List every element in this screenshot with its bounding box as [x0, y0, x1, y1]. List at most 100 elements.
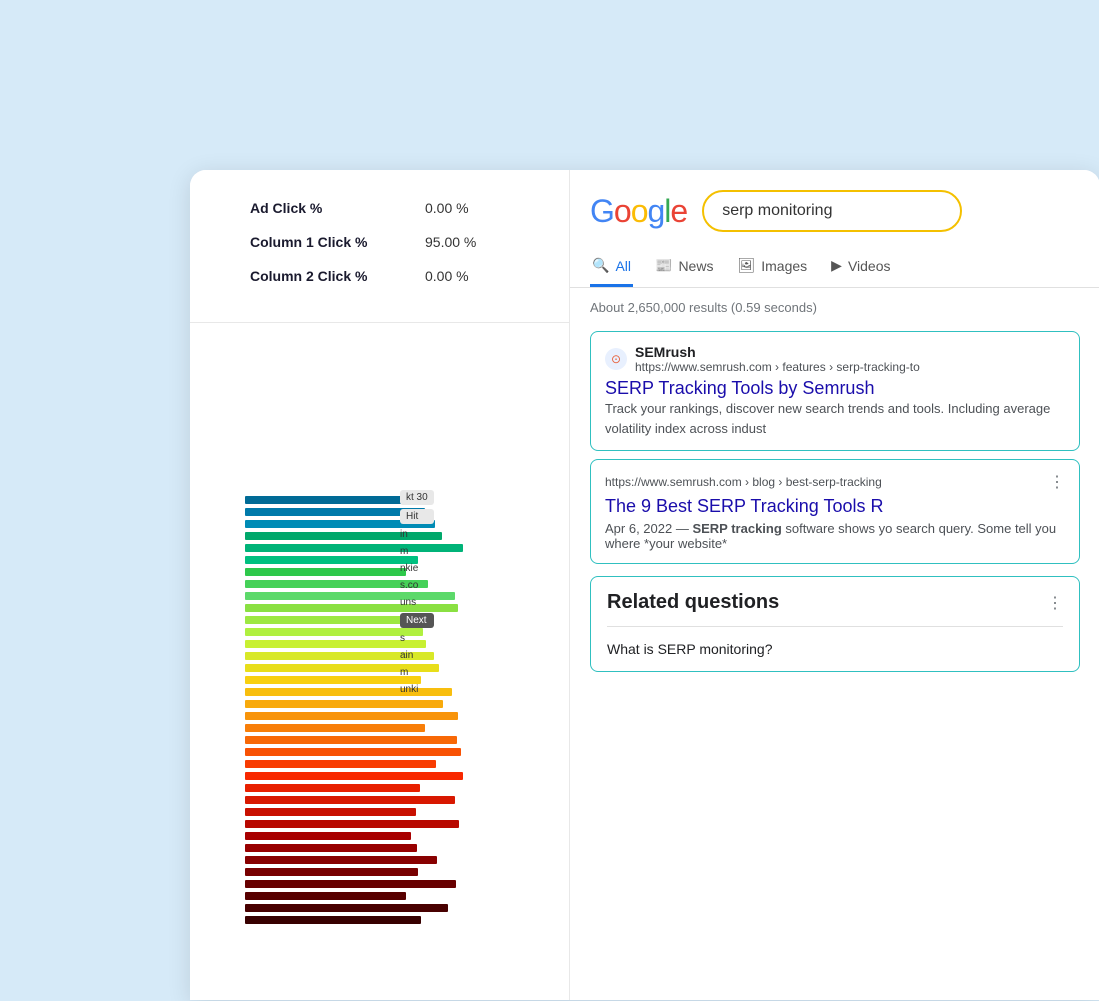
site-url-1: https://www.semrush.com › features › ser… [635, 360, 920, 374]
bar-row [245, 771, 465, 781]
bar-row [245, 891, 465, 901]
bar-row [245, 795, 465, 805]
bar-row [245, 855, 465, 865]
bar-segment [245, 676, 421, 684]
bottom-m: m [400, 666, 434, 679]
bottom-ain: ain [400, 649, 434, 662]
semrush-favicon: ⊙ [605, 348, 627, 370]
small-nav: kt 30 Hit in m nkie s.co uns Next s ain … [400, 490, 434, 696]
rank-label: kt 30 [400, 490, 434, 505]
bar-segment [245, 856, 437, 864]
site-name-1: SEMrush [635, 344, 920, 360]
domain-m: m [400, 545, 434, 558]
bar-row [245, 723, 465, 733]
bar-row [245, 699, 465, 709]
result-card-1: ⊙ SEMrush https://www.semrush.com › feat… [590, 331, 1080, 451]
right-panel: Google 🔍 All 📰 News 🖼 Images ▶ Videos [570, 170, 1099, 1000]
domain-in: in [400, 528, 434, 541]
result-site-row-1: ⊙ SEMrush https://www.semrush.com › feat… [605, 344, 1065, 374]
bar-row [245, 879, 465, 889]
bar-segment [245, 772, 463, 780]
bar-segment [245, 640, 426, 648]
bar-row [245, 915, 465, 925]
ad-click-label: Ad Click % [250, 200, 415, 216]
bottom-unki: unki [400, 683, 434, 696]
next-button[interactable]: Next [400, 613, 434, 628]
tab-images-label: Images [761, 258, 807, 274]
tab-news[interactable]: 📰 News [653, 247, 715, 287]
bar-segment [245, 868, 418, 876]
tab-videos[interactable]: ▶ Videos [829, 247, 892, 287]
bar-segment [245, 556, 418, 564]
bar-segment [245, 880, 456, 888]
stat-row-col1-click: Column 1 Click % 95.00 % [250, 234, 539, 250]
related-questions-box: Related questions ⋮ What is SERP monitor… [590, 576, 1080, 672]
bar-segment [245, 808, 416, 816]
col1-click-label: Column 1 Click % [250, 234, 415, 250]
bar-segment [245, 784, 420, 792]
results-info: About 2,650,000 results (0.59 seconds) [570, 288, 1099, 323]
bar-segment [245, 916, 421, 924]
bar-row [245, 759, 465, 769]
result-url-top-2: https://www.semrush.com › blog › best-se… [605, 472, 1065, 492]
result-date-2: Apr 6, 2022 — SERP tracking software sho… [605, 521, 1065, 551]
bar-chart-area [240, 490, 470, 1000]
menu-dots-icon[interactable]: ⋮ [1049, 472, 1065, 492]
site-url-2: https://www.semrush.com › blog › best-se… [605, 475, 882, 489]
result-title-2[interactable]: The 9 Best SERP Tracking Tools R [605, 496, 883, 516]
result-card-2: https://www.semrush.com › blog › best-se… [590, 459, 1080, 564]
bar-segment [245, 904, 448, 912]
bar-segment [245, 616, 419, 624]
search-tabs: 🔍 All 📰 News 🖼 Images ▶ Videos [570, 247, 1099, 288]
bar-segment [245, 892, 406, 900]
search-icon: 🔍 [592, 257, 609, 274]
bar-row [245, 807, 465, 817]
bar-segment [245, 820, 459, 828]
bottom-s: s [400, 632, 434, 645]
result-desc-1: Track your rankings, discover new search… [605, 399, 1065, 438]
col2-click-label: Column 2 Click % [250, 268, 415, 284]
tab-images[interactable]: 🖼 Images [735, 247, 809, 287]
bar-segment [245, 844, 417, 852]
main-container: | De Dor | U Ad Click % 0.00 % Column 1 … [190, 170, 1099, 1000]
bar-segment [245, 700, 443, 708]
bar-row [245, 867, 465, 877]
tab-all[interactable]: 🔍 All [590, 247, 633, 287]
bar-row [245, 903, 465, 913]
bar-segment [245, 496, 406, 504]
bar-segment [245, 568, 406, 576]
ad-click-value: 0.00 % [425, 200, 469, 216]
bar-segment [245, 712, 458, 720]
google-header: Google [570, 170, 1099, 247]
tab-news-label: News [678, 258, 713, 274]
bar-row [245, 831, 465, 841]
news-icon: 📰 [655, 257, 672, 274]
stats-section: Ad Click % 0.00 % Column 1 Click % 95.00… [190, 170, 569, 323]
images-icon: 🖼 [737, 257, 755, 274]
bar-row [245, 711, 465, 721]
bar-row [245, 843, 465, 853]
bar-segment [245, 748, 461, 756]
bar-segment [245, 724, 425, 732]
col2-click-value: 0.00 % [425, 268, 469, 284]
tab-all-label: All [615, 258, 631, 274]
bar-segment [245, 508, 425, 516]
bar-segment [245, 832, 411, 840]
bar-segment [245, 628, 423, 636]
related-question-1[interactable]: What is SERP monitoring? [607, 626, 1063, 671]
stat-row-col2-click: Column 2 Click % 0.00 % [250, 268, 539, 284]
left-panel: Ad Click % 0.00 % Column 1 Click % 95.00… [190, 170, 570, 1000]
search-input[interactable] [702, 190, 962, 232]
bar-segment [245, 736, 457, 744]
result-title-1[interactable]: SERP Tracking Tools by Semrush [605, 378, 874, 398]
bar-segment [245, 760, 436, 768]
related-header: Related questions ⋮ [607, 591, 1063, 614]
tab-videos-label: Videos [848, 258, 891, 274]
videos-icon: ▶ [831, 257, 842, 274]
bar-row [245, 735, 465, 745]
col1-click-value: 95.00 % [425, 234, 476, 250]
hit-label: Hit [400, 509, 434, 524]
domain-nkie: nkie [400, 562, 434, 575]
bar-row [245, 783, 465, 793]
related-menu-dots-icon[interactable]: ⋮ [1047, 593, 1063, 613]
